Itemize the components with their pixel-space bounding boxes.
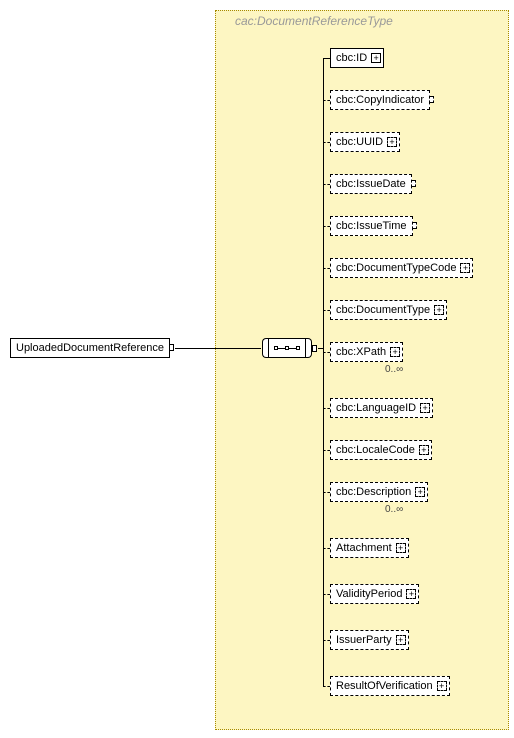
element-label: ValidityPeriod: [336, 588, 402, 600]
connector: [323, 226, 330, 227]
connector: [323, 450, 330, 451]
complex-type-box: [215, 10, 509, 730]
child-desc[interactable]: cbc:Description +: [330, 482, 428, 502]
expand-icon[interactable]: +: [390, 347, 400, 357]
expand-icon[interactable]: +: [437, 681, 447, 691]
child-uuid[interactable]: cbc:UUID +: [330, 132, 400, 152]
expand-icon[interactable]: +: [396, 543, 406, 553]
child-issuer[interactable]: IssuerParty +: [330, 630, 409, 650]
child-xpath[interactable]: cbc:XPath +: [330, 342, 403, 362]
expand-icon[interactable]: +: [371, 53, 381, 63]
cardinality-label: 0..∞: [385, 504, 403, 515]
expand-icon[interactable]: +: [406, 589, 416, 599]
expand-icon[interactable]: +: [420, 403, 430, 413]
element-label: cbc:IssueDate: [336, 178, 406, 190]
element-label: cbc:ID: [336, 52, 367, 64]
expand-handle[interactable]: [429, 96, 434, 103]
diagram-canvas: { "type_label": "cac:DocumentReferenceTy…: [0, 0, 514, 738]
connector: [323, 184, 330, 185]
expand-handle[interactable]: [412, 222, 417, 229]
expand-handle[interactable]: [169, 344, 174, 351]
expand-icon[interactable]: +: [415, 487, 425, 497]
cardinality-label: 0..∞: [385, 364, 403, 375]
connector: [323, 640, 330, 641]
connector: [175, 348, 261, 349]
connector: [323, 58, 330, 59]
child-lang[interactable]: cbc:LanguageID +: [330, 398, 433, 418]
root-element-label: UploadedDocumentReference: [16, 342, 164, 354]
element-label: cbc:LanguageID: [336, 402, 416, 414]
child-copy[interactable]: cbc:CopyIndicator: [330, 90, 430, 110]
element-label: ResultOfVerification: [336, 680, 433, 692]
expand-icon[interactable]: +: [434, 305, 444, 315]
element-label: cbc:XPath: [336, 346, 386, 358]
connector: [323, 492, 330, 493]
element-label: Attachment: [336, 542, 392, 554]
element-label: cbc:UUID: [336, 136, 383, 148]
element-label: cbc:DocumentTypeCode: [336, 262, 456, 274]
element-label: IssuerParty: [336, 634, 392, 646]
element-label: cbc:DocumentType: [336, 304, 430, 316]
root-element[interactable]: UploadedDocumentReference: [10, 338, 170, 358]
connector: [323, 58, 324, 686]
expand-handle[interactable]: [411, 180, 416, 187]
expand-handle[interactable]: [312, 345, 317, 352]
expand-icon[interactable]: +: [460, 263, 470, 273]
expand-icon[interactable]: +: [419, 445, 429, 455]
child-valid[interactable]: ValidityPeriod +: [330, 584, 419, 604]
expand-icon[interactable]: +: [396, 635, 406, 645]
connector: [323, 408, 330, 409]
connector: [323, 268, 330, 269]
connector: [323, 100, 330, 101]
child-locale[interactable]: cbc:LocaleCode +: [330, 440, 432, 460]
element-label: cbc:IssueTime: [336, 220, 407, 232]
connector: [323, 310, 330, 311]
child-issuetime[interactable]: cbc:IssueTime: [330, 216, 413, 236]
element-label: cbc:Description: [336, 486, 411, 498]
element-label: cbc:LocaleCode: [336, 444, 415, 456]
child-dt[interactable]: cbc:DocumentType +: [330, 300, 447, 320]
child-id[interactable]: cbc:ID +: [330, 48, 384, 68]
connector: [323, 594, 330, 595]
child-attach[interactable]: Attachment +: [330, 538, 409, 558]
child-rov[interactable]: ResultOfVerification +: [330, 676, 450, 696]
child-dtc[interactable]: cbc:DocumentTypeCode +: [330, 258, 473, 278]
connector: [323, 142, 330, 143]
child-issuedate[interactable]: cbc:IssueDate: [330, 174, 412, 194]
sequence-compositor[interactable]: [268, 338, 306, 358]
connector: [323, 686, 330, 687]
connector: [323, 548, 330, 549]
element-label: cbc:CopyIndicator: [336, 94, 424, 106]
complex-type-label: cac:DocumentReferenceType: [235, 14, 393, 28]
expand-icon[interactable]: +: [387, 137, 397, 147]
connector: [323, 352, 330, 353]
